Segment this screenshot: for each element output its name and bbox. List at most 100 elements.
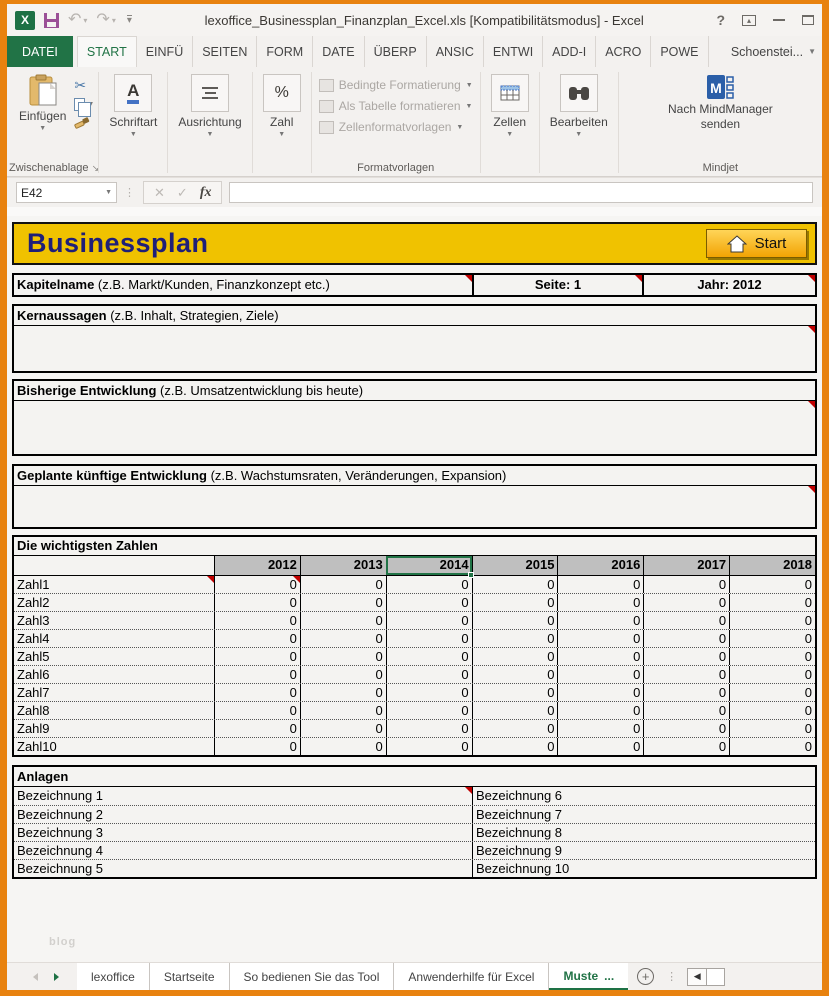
value-cell[interactable]: 0	[729, 684, 815, 701]
value-cell[interactable]: 0	[471, 666, 558, 683]
tabbar-handle[interactable]: ⋮	[666, 970, 677, 983]
value-cell[interactable]: 0	[729, 612, 815, 629]
paste-button[interactable]: Einfügen ▼	[13, 71, 72, 135]
value-cell[interactable]: 0	[471, 738, 558, 755]
value-cell[interactable]: 0	[557, 630, 643, 647]
value-cell[interactable]: 0	[729, 630, 815, 647]
value-cell[interactable]: 0	[214, 738, 300, 755]
value-cell[interactable]: 0	[299, 738, 386, 755]
row-label-cell[interactable]: Zahl1	[14, 576, 214, 593]
redo-button[interactable]: ↷ ▾	[96, 12, 115, 28]
value-cell[interactable]: 0	[299, 648, 386, 665]
value-cell[interactable]: 0	[643, 738, 729, 755]
value-cell[interactable]: 0	[729, 738, 815, 755]
value-cell[interactable]: 0	[643, 612, 729, 629]
sheet-scroll-left-icon[interactable]	[33, 972, 38, 981]
value-cell[interactable]: 0	[471, 720, 558, 737]
save-icon[interactable]	[44, 12, 59, 28]
ribbon-tab-ansic[interactable]: ANSIC	[427, 36, 484, 67]
year-header-cell[interactable]: 2018	[729, 556, 816, 575]
value-cell[interactable]: 0	[299, 612, 386, 629]
cancel-icon[interactable]: ✕	[154, 185, 165, 201]
value-cell[interactable]: 0	[385, 720, 472, 737]
anlage-cell[interactable]: Bezeichnung 2	[14, 806, 472, 823]
value-cell[interactable]: 0	[214, 612, 300, 629]
name-box[interactable]: E42 ▼	[16, 182, 117, 203]
value-cell[interactable]: 0	[729, 594, 815, 611]
value-cell[interactable]: 0	[729, 702, 815, 719]
value-cell[interactable]: 0	[385, 576, 472, 593]
value-cell[interactable]: 0	[729, 576, 815, 593]
sheet-tab-startseite[interactable]: Startseite	[149, 963, 230, 990]
sheet-tab-anwenderhilfe-für-excel[interactable]: Anwenderhilfe für Excel	[394, 963, 550, 990]
anlage-cell[interactable]: Bezeichnung 7	[472, 806, 815, 823]
ribbon-tab-start[interactable]: START	[76, 36, 137, 67]
year-header-cell[interactable]: 2015	[471, 556, 558, 575]
formula-input[interactable]	[229, 182, 813, 203]
year-header-cell[interactable]: 2012	[214, 556, 300, 575]
anlage-cell[interactable]: Bezeichnung 8	[472, 824, 815, 841]
value-cell[interactable]: 0	[214, 594, 300, 611]
dialog-launcher-icon[interactable]: ↘	[92, 163, 100, 173]
value-cell[interactable]: 0	[729, 648, 815, 665]
row-label-cell[interactable]: Zahl6	[14, 666, 214, 683]
formula-bar-handle[interactable]: ⋮	[124, 186, 136, 199]
undo-button[interactable]: ↶ ▾	[68, 12, 87, 28]
year-header-cell[interactable]: 2016	[557, 556, 644, 575]
value-cell[interactable]: 0	[557, 594, 643, 611]
value-cell[interactable]: 0	[299, 702, 386, 719]
value-cell[interactable]: 0	[299, 666, 386, 683]
mindmanager-send-button[interactable]: M Nach MindManager senden	[668, 71, 773, 132]
value-cell[interactable]: 0	[385, 666, 472, 683]
row-label-cell[interactable]: Zahl9	[14, 720, 214, 737]
row-label-cell[interactable]: Zahl8	[14, 702, 214, 719]
ribbon-tab-add-i[interactable]: ADD-I	[543, 36, 597, 67]
start-button[interactable]: Start	[706, 229, 807, 258]
ribbon-tab-form[interactable]: FORM	[257, 36, 314, 67]
formatvorlagen-item[interactable]: Als Tabelle formatieren ▼	[318, 99, 472, 113]
ribbon-tab-date[interactable]: DATE	[313, 36, 365, 67]
geplante-input-cell[interactable]	[14, 486, 815, 527]
value-cell[interactable]: 0	[729, 666, 815, 683]
ribbon-tab-entwi[interactable]: ENTWI	[484, 36, 544, 67]
value-cell[interactable]: 0	[214, 630, 300, 647]
new-sheet-button[interactable]: +	[637, 968, 655, 985]
anlage-cell[interactable]: Bezeichnung 4	[14, 842, 472, 859]
row-label-cell[interactable]: Zahl7	[14, 684, 214, 701]
row-label-cell[interactable]: Zahl10	[14, 738, 214, 755]
value-cell[interactable]: 0	[643, 648, 729, 665]
sheet-scroll-right-icon[interactable]	[54, 972, 59, 981]
value-cell[interactable]: 0	[385, 738, 472, 755]
value-cell[interactable]: 0	[643, 630, 729, 647]
value-cell[interactable]: 0	[643, 702, 729, 719]
anlage-cell[interactable]: Bezeichnung 3	[14, 824, 472, 841]
horizontal-scrollbar[interactable]: ◀	[687, 967, 726, 986]
zellen-button[interactable]: Zellen ▼	[485, 71, 535, 141]
empty-header-cell[interactable]	[14, 556, 214, 575]
value-cell[interactable]: 0	[471, 702, 558, 719]
value-cell[interactable]: 0	[214, 666, 300, 683]
value-cell[interactable]: 0	[214, 702, 300, 719]
jahr-cell[interactable]: Jahr: 2012	[642, 275, 815, 295]
row-label-cell[interactable]: Zahl3	[14, 612, 214, 629]
value-cell[interactable]: 0	[214, 684, 300, 701]
scrollbar-left-icon[interactable]: ◀	[687, 967, 708, 986]
ribbon-display-options-icon[interactable]: ▴	[742, 14, 756, 26]
value-cell[interactable]: 0	[471, 576, 558, 593]
insert-function-icon[interactable]: fx	[200, 185, 212, 201]
value-cell[interactable]: 0	[557, 612, 643, 629]
bearbeiten-button[interactable]: Bearbeiten ▼	[544, 71, 614, 141]
selection-fill-handle[interactable]	[467, 572, 474, 578]
zahl-button[interactable]: % Zahl ▼	[257, 71, 307, 141]
kapitelname-cell[interactable]: Kapitelname (z.B. Markt/Kunden, Finanzko…	[14, 275, 472, 295]
schriftart-button[interactable]: A Schriftart ▼	[103, 71, 163, 141]
enter-icon[interactable]: ✓	[177, 185, 188, 201]
format-painter-button[interactable]	[74, 115, 94, 129]
value-cell[interactable]: 0	[557, 738, 643, 755]
anlage-cell[interactable]: Bezeichnung 10	[472, 860, 815, 877]
kernaussagen-input-cell[interactable]	[14, 326, 815, 371]
anlage-cell[interactable]: Bezeichnung 6	[472, 787, 815, 805]
sheet-tab-lexoffice[interactable]: lexoffice	[77, 963, 150, 990]
value-cell[interactable]: 0	[471, 630, 558, 647]
anlage-cell[interactable]: Bezeichnung 9	[472, 842, 815, 859]
